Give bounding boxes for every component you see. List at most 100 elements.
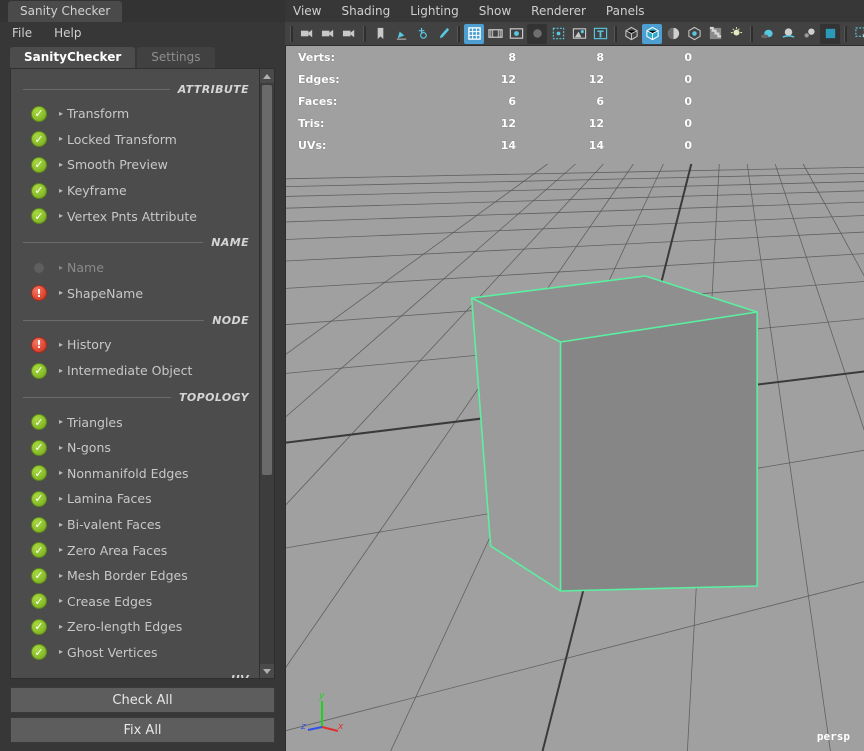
wireframe-on-shaded-icon[interactable] bbox=[684, 24, 704, 44]
status-ok-icon[interactable] bbox=[31, 490, 47, 507]
menu-file[interactable]: File bbox=[12, 26, 32, 40]
check-row[interactable]: ▸ Nonmanifold Edges bbox=[11, 461, 259, 487]
isolate-select-icon[interactable] bbox=[851, 24, 864, 44]
film-gate-icon[interactable] bbox=[485, 24, 505, 44]
image-plane-icon[interactable] bbox=[569, 24, 589, 44]
window-title[interactable]: Sanity Checker bbox=[8, 1, 123, 22]
expand-arrow-icon[interactable]: ▸ bbox=[59, 546, 63, 554]
shadows-icon[interactable] bbox=[757, 24, 777, 44]
grid-icon[interactable] bbox=[464, 23, 484, 44]
check-row[interactable]: ▸ Smooth Preview bbox=[11, 152, 259, 178]
resolution-gate-icon[interactable] bbox=[506, 24, 526, 44]
status-ok-icon[interactable] bbox=[31, 105, 47, 122]
expand-arrow-icon[interactable]: ▸ bbox=[59, 597, 63, 605]
check-row[interactable]: ▸ Locked Transform bbox=[11, 127, 259, 153]
status-ok-icon[interactable] bbox=[31, 618, 47, 635]
status-ok-icon[interactable] bbox=[31, 414, 47, 431]
expand-arrow-icon[interactable]: ▸ bbox=[59, 648, 63, 656]
menu-lighting[interactable]: Lighting bbox=[410, 4, 459, 18]
check-row[interactable]: ▸ Ghost Vertices bbox=[11, 640, 259, 666]
expand-arrow-icon[interactable]: ▸ bbox=[59, 289, 63, 297]
tab-sanitychecker[interactable]: SanityChecker bbox=[10, 47, 136, 68]
expand-arrow-icon[interactable]: ▸ bbox=[59, 520, 63, 529]
expand-arrow-icon[interactable]: ▸ bbox=[59, 469, 63, 477]
status-error-icon[interactable] bbox=[31, 285, 47, 302]
check-row[interactable]: ▸ Mesh Border Edges bbox=[11, 563, 259, 589]
scroll-down-button[interactable] bbox=[260, 664, 274, 678]
wireframe-icon[interactable] bbox=[621, 24, 641, 44]
check-row[interactable]: ▸ Crease Edges bbox=[11, 589, 259, 615]
menu-shading[interactable]: Shading bbox=[341, 4, 390, 18]
tab-settings[interactable]: Settings bbox=[137, 47, 215, 68]
expand-arrow-icon[interactable]: ▸ bbox=[59, 340, 63, 349]
status-ok-icon[interactable] bbox=[31, 131, 47, 148]
camera-icon[interactable] bbox=[297, 24, 317, 44]
expand-arrow-icon[interactable]: ▸ bbox=[59, 622, 63, 631]
camera-lock-icon[interactable] bbox=[318, 24, 338, 44]
check-row[interactable]: ▸ Name bbox=[11, 255, 259, 281]
status-ok-icon[interactable] bbox=[31, 465, 47, 482]
menu-help[interactable]: Help bbox=[54, 26, 81, 40]
expand-arrow-icon[interactable]: ▸ bbox=[59, 571, 63, 580]
status-ok-icon[interactable] bbox=[31, 156, 47, 173]
check-row[interactable]: ▸ Triangles bbox=[11, 409, 259, 435]
checks-list-scrollbar[interactable] bbox=[259, 69, 274, 678]
check-row[interactable]: ▸ Bi-valent Faces bbox=[11, 512, 259, 538]
screen-space-ao-icon[interactable] bbox=[778, 24, 798, 44]
status-ok-icon[interactable] bbox=[31, 516, 47, 533]
check-row[interactable]: ▸ Transform bbox=[11, 101, 259, 127]
status-disabled-icon[interactable] bbox=[34, 262, 44, 273]
menu-renderer[interactable]: Renderer bbox=[531, 4, 586, 18]
check-row[interactable]: ▸ Keyframe bbox=[11, 178, 259, 204]
status-ok-icon[interactable] bbox=[31, 644, 47, 661]
bookmark-icon[interactable] bbox=[370, 24, 390, 44]
expand-arrow-icon[interactable]: ▸ bbox=[59, 443, 63, 452]
check-row[interactable]: ▸ ShapeName bbox=[11, 281, 259, 307]
paint-icon[interactable] bbox=[433, 24, 453, 44]
texture-icon[interactable] bbox=[705, 24, 725, 44]
status-ok-icon[interactable] bbox=[31, 362, 47, 379]
check-row[interactable]: ▸ Lamina Faces bbox=[11, 486, 259, 512]
status-ok-icon[interactable] bbox=[31, 567, 47, 584]
scroll-up-button[interactable] bbox=[260, 69, 274, 83]
status-ok-icon[interactable] bbox=[31, 439, 47, 456]
use-all-lights-icon[interactable] bbox=[726, 24, 746, 44]
motion-blur-icon[interactable] bbox=[799, 24, 819, 44]
check-row[interactable]: ▸ History bbox=[11, 332, 259, 358]
status-ok-icon[interactable] bbox=[31, 542, 47, 559]
expand-arrow-icon[interactable]: ▸ bbox=[59, 160, 63, 169]
multisample-icon[interactable] bbox=[820, 23, 840, 44]
xray-joints-icon[interactable] bbox=[548, 24, 568, 44]
fix-all-button[interactable]: Fix All bbox=[10, 717, 275, 743]
expand-arrow-icon[interactable]: ▸ bbox=[59, 263, 63, 272]
menu-panels[interactable]: Panels bbox=[606, 4, 645, 18]
grease-pencil-icon[interactable] bbox=[391, 24, 411, 44]
expand-arrow-icon[interactable]: ▸ bbox=[59, 135, 63, 143]
check-row[interactable]: ▸ N-gons bbox=[11, 435, 259, 461]
smooth-shade-textured-icon[interactable] bbox=[663, 24, 683, 44]
status-ok-icon[interactable] bbox=[31, 208, 47, 225]
camera-attributes-icon[interactable] bbox=[339, 24, 359, 44]
check-row[interactable]: ▸ Vertex Pnts Attribute bbox=[11, 203, 259, 229]
expand-arrow-icon[interactable]: ▸ bbox=[59, 109, 63, 118]
check-row[interactable]: ▸ Zero-length Edges bbox=[11, 614, 259, 640]
check-row[interactable]: ▸ Intermediate Object bbox=[11, 358, 259, 384]
menu-show[interactable]: Show bbox=[479, 4, 511, 18]
text-hud-icon[interactable]: T bbox=[590, 24, 610, 44]
scrollbar-thumb[interactable] bbox=[262, 85, 272, 475]
menu-view[interactable]: View bbox=[293, 4, 321, 18]
smooth-shade-icon[interactable] bbox=[642, 23, 662, 44]
ik-handle-icon[interactable] bbox=[412, 24, 432, 44]
expand-arrow-icon[interactable]: ▸ bbox=[59, 212, 63, 220]
expand-arrow-icon[interactable]: ▸ bbox=[59, 418, 63, 426]
expand-arrow-icon[interactable]: ▸ bbox=[59, 186, 63, 195]
status-ok-icon[interactable] bbox=[31, 593, 47, 610]
3d-viewport[interactable]: Verts: 8 8 0 Edges: 12 12 0 Faces: 6 6 0 Tris: 12 12 0 U… bbox=[285, 46, 864, 751]
status-error-icon[interactable] bbox=[31, 336, 47, 353]
check-row[interactable]: ▸ Zero Area Faces bbox=[11, 537, 259, 563]
gate-mask-icon[interactable] bbox=[527, 23, 547, 44]
check-all-button[interactable]: Check All bbox=[10, 687, 275, 713]
expand-arrow-icon[interactable]: ▸ bbox=[59, 494, 63, 503]
expand-arrow-icon[interactable]: ▸ bbox=[59, 366, 63, 375]
status-ok-icon[interactable] bbox=[31, 182, 47, 199]
